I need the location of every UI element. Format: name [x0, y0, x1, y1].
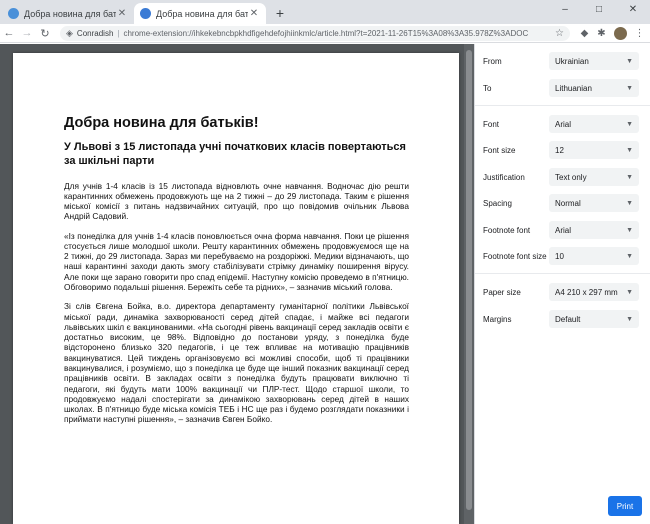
select-value: Default	[555, 314, 581, 324]
setting-footnote-font: Footnote font Arial ▼	[483, 221, 643, 239]
document-content: Добра новина для батьків! У Львові з 15 …	[64, 115, 409, 434]
setting-margins: Margins Default ▼	[483, 310, 643, 328]
divider	[475, 105, 650, 106]
setting-spacing: Spacing Normal ▼	[483, 194, 643, 212]
minimize-button[interactable]: –	[548, 0, 582, 18]
select-value: Text only	[555, 172, 587, 182]
chevron-down-icon: ▼	[626, 315, 633, 323]
justification-select[interactable]: Text only ▼	[549, 168, 639, 186]
setting-from: From Ukrainian ▼	[483, 52, 643, 70]
tab-active[interactable]: Добра новина для батьків! - Львів ✕	[134, 3, 266, 24]
footnote-font-select[interactable]: Arial ▼	[549, 221, 639, 239]
menu-icon[interactable]: ⋮	[631, 28, 648, 39]
chevron-down-icon: ▼	[626, 57, 633, 65]
extension-favicon-icon	[140, 8, 151, 19]
select-value: Arial	[555, 225, 572, 235]
select-value: Ukrainian	[555, 56, 589, 66]
site-favicon-icon	[8, 8, 19, 19]
new-tab-button[interactable]: +	[273, 5, 287, 21]
setting-paper-size: Paper size A4 210 x 297 mm ▼	[483, 283, 643, 301]
puzzle-icon: ◈	[66, 27, 73, 38]
print-button[interactable]: Print	[608, 496, 642, 516]
select-value: 12	[555, 145, 564, 155]
setting-label: From	[483, 56, 502, 66]
document-paragraph: Для учнів 1-4 класів із 15 листопада від…	[64, 180, 409, 222]
font-size-select[interactable]: 12 ▼	[549, 141, 639, 159]
star-icon[interactable]: ☆	[555, 28, 564, 39]
scrollbar-thumb[interactable]	[466, 50, 472, 510]
setting-label: Font size	[483, 145, 516, 155]
extension-icon[interactable]: ◆	[576, 28, 593, 39]
close-icon[interactable]: ✕	[116, 8, 128, 19]
spacing-select[interactable]: Normal ▼	[549, 194, 639, 212]
address-origin: Conradish	[76, 28, 114, 38]
document-title: Добра новина для батьків!	[64, 115, 259, 131]
chevron-down-icon: ▼	[626, 288, 633, 296]
select-value: Arial	[555, 119, 572, 129]
setting-label: Margins	[483, 314, 512, 324]
setting-font-size: Font size 12 ▼	[483, 141, 643, 159]
maximize-button[interactable]: □	[582, 0, 616, 18]
browser-toolbar: ← → ↻ ◈ Conradish | chrome-extension://i…	[0, 24, 650, 43]
divider	[475, 273, 650, 274]
print-preview: Добра новина для батьків! У Львові з 15 …	[0, 44, 474, 524]
close-icon[interactable]: ✕	[248, 8, 260, 19]
setting-label: To	[483, 83, 492, 93]
setting-label: Justification	[483, 172, 525, 182]
setting-label: Paper size	[483, 287, 521, 297]
font-select[interactable]: Arial ▼	[549, 115, 639, 133]
close-window-button[interactable]: ✕	[616, 0, 650, 18]
address-bar[interactable]: ◈ Conradish | chrome-extension://ihkekeb…	[60, 25, 570, 41]
toolbar-actions: ◆ ✱ ⋮	[576, 26, 648, 40]
margins-select[interactable]: Default ▼	[549, 310, 639, 328]
address-separator: |	[117, 28, 120, 38]
chevron-down-icon: ▼	[626, 84, 633, 92]
select-value: 10	[555, 251, 564, 261]
chevron-down-icon: ▼	[626, 146, 633, 154]
chevron-down-icon: ▼	[626, 173, 633, 181]
setting-footnote-font-size: Footnote font size 10 ▼	[483, 247, 643, 265]
chevron-down-icon: ▼	[626, 226, 633, 234]
setting-label: Spacing	[483, 198, 512, 208]
avatar[interactable]	[614, 26, 627, 40]
select-value: Lithuanian	[555, 83, 592, 93]
from-language-select[interactable]: Ukrainian ▼	[549, 52, 639, 70]
setting-font: Font Arial ▼	[483, 115, 643, 133]
document-paragraph: Зі слів Євгена Бойка, в.о. директора деп…	[64, 301, 409, 425]
document-subtitle: У Львові з 15 листопада учні початкових …	[64, 141, 406, 167]
extensions-puzzle-icon[interactable]: ✱	[593, 28, 610, 39]
to-language-select[interactable]: Lithuanian ▼	[549, 79, 639, 97]
setting-justification: Justification Text only ▼	[483, 168, 643, 186]
chevron-down-icon: ▼	[626, 199, 633, 207]
select-value: A4 210 x 297 mm	[555, 287, 618, 297]
select-value: Normal	[555, 198, 581, 208]
window-controls: – □ ✕	[548, 0, 650, 18]
document-paragraph: «Із понеділка для учнів 1-4 класів понов…	[64, 230, 409, 293]
setting-label: Footnote font	[483, 225, 531, 235]
footnote-font-size-select[interactable]: 10 ▼	[549, 247, 639, 265]
address-url: chrome-extension://ihkekebncbpkhdfigehde…	[123, 28, 529, 38]
tab-inactive[interactable]: Добра новина для батьків! - Львів ✕	[2, 3, 134, 24]
paper-page: Добра новина для батьків! У Львові з 15 …	[13, 53, 459, 524]
tab-strip: Добра новина для батьків! - Львів ✕ Добр…	[0, 0, 650, 24]
settings-panel: From Ukrainian ▼ To Lithuanian ▼ Font Ar…	[474, 44, 650, 524]
forward-button[interactable]: →	[18, 27, 36, 39]
setting-label: Font	[483, 119, 500, 129]
tab-title: Добра новина для батьків! - Львів	[24, 8, 116, 19]
setting-label: Footnote font size	[483, 251, 547, 261]
setting-to: To Lithuanian ▼	[483, 79, 643, 97]
back-button[interactable]: ←	[0, 27, 18, 39]
reload-button[interactable]: ↻	[36, 27, 54, 40]
tab-title: Добра новина для батьків! - Львів	[156, 8, 248, 19]
chevron-down-icon: ▼	[626, 252, 633, 260]
paper-size-select[interactable]: A4 210 x 297 mm ▼	[549, 283, 639, 301]
chevron-down-icon: ▼	[626, 120, 633, 128]
